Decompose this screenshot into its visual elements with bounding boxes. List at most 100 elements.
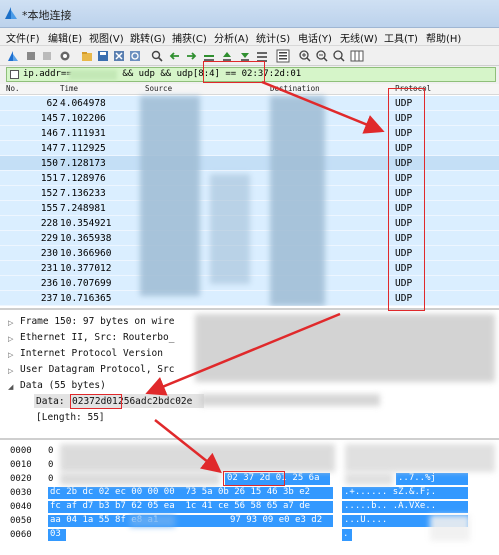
annotation-box-data (70, 394, 122, 409)
menu-wireless[interactable]: 无线(W) (340, 30, 378, 45)
packet-no: 237 (40, 293, 58, 304)
packet-time: 10.366960 (60, 248, 112, 259)
detail-ip[interactable]: Internet Protocol Version (20, 348, 163, 359)
resize-columns-icon[interactable] (350, 49, 364, 63)
stop-icon[interactable] (24, 49, 38, 63)
menu-capture[interactable]: 捕获(C) (172, 30, 207, 45)
detail-length[interactable]: [Length: 55] (36, 412, 105, 423)
shark-fin-start-icon[interactable] (6, 49, 20, 63)
hex-offset: 0060 (10, 530, 32, 540)
ascii-row-6[interactable]: . (342, 529, 352, 541)
packet-no: 236 (40, 278, 58, 289)
save-icon[interactable] (96, 49, 110, 63)
annotation-box-protocol (388, 88, 425, 311)
detail-ethernet[interactable]: Ethernet II, Src: Routerbo_ (20, 332, 174, 343)
wireshark-fin-icon (5, 7, 17, 19)
packet-no: 62 (46, 98, 58, 109)
redacted-destination (270, 96, 325, 306)
menu-telephony[interactable]: 电话(Y) (298, 30, 332, 45)
detail-frame[interactable]: Frame 150: 97 bytes on wire (20, 316, 174, 327)
hex-row-5[interactable]: aa 04 1a 55 8f e8 a1 97 93 09 e0 e3 d2 (48, 515, 333, 527)
bookmark-icon[interactable] (10, 70, 19, 79)
menu-analyze[interactable]: 分析(A) (214, 30, 249, 45)
packet-no: 145 (40, 113, 58, 124)
col-source[interactable]: Source (145, 84, 172, 93)
ascii-row-2[interactable]: ..7..%j (396, 473, 468, 485)
packet-no: 229 (40, 233, 58, 244)
ascii-row-3[interactable]: .+...... sZ.&.F;. (342, 487, 468, 499)
hex-row-0[interactable]: 0 (48, 446, 53, 456)
redacted-hex-row5 (130, 515, 175, 527)
menu-file[interactable]: 文件(F) (6, 30, 40, 45)
colorize-icon[interactable] (276, 49, 290, 63)
redacted-details (195, 314, 495, 382)
menu-tools[interactable]: 工具(T) (384, 30, 418, 45)
hex-row-2-rest: 25 6a (287, 473, 320, 483)
filter-prefix: ip.addr== (23, 69, 72, 79)
ascii-row-4[interactable]: .....b.. .A.VXe.. (342, 501, 468, 513)
packet-time: 10.377012 (60, 263, 112, 274)
zoom-in-icon[interactable] (298, 49, 312, 63)
options-icon[interactable] (58, 49, 72, 63)
col-destination[interactable]: Destination (270, 84, 320, 93)
close-file-icon[interactable] (112, 49, 126, 63)
normal-size-icon[interactable] (332, 49, 346, 63)
watermark (430, 515, 470, 541)
restart-icon[interactable] (40, 49, 54, 63)
expand-frame-icon[interactable]: ▷ (8, 319, 13, 327)
col-no[interactable]: No. (6, 84, 20, 93)
menu-go[interactable]: 跳转(G) (130, 30, 166, 45)
menu-statistics[interactable]: 统计(S) (256, 30, 290, 45)
menu-view[interactable]: 视图(V) (89, 30, 124, 45)
hex-offset: 0010 (10, 460, 32, 470)
packet-no: 230 (40, 248, 58, 259)
packet-time: 10.365938 (60, 233, 112, 244)
find-icon[interactable] (150, 49, 164, 63)
data-value-label: Data: (36, 396, 71, 407)
redacted-source (140, 96, 200, 296)
back-icon[interactable] (168, 49, 182, 63)
menu-help[interactable]: 帮助(H) (426, 30, 461, 45)
packet-time: 7.248981 (60, 203, 106, 214)
packet-no: 151 (40, 173, 58, 184)
packet-time: 10.716365 (60, 293, 112, 304)
collapse-data-icon[interactable]: ◢ (8, 383, 13, 391)
redacted-ascii-row2 (345, 473, 393, 485)
menu-edit[interactable]: 编辑(E) (48, 30, 82, 45)
packet-time: 4.064978 (60, 98, 106, 109)
redacted-source-2 (210, 174, 250, 284)
redacted-hex-top (60, 444, 335, 472)
open-file-icon[interactable] (80, 49, 94, 63)
expand-ip-icon[interactable]: ▷ (8, 351, 13, 359)
hex-offset: 0020 (10, 474, 32, 484)
hex-row-3[interactable]: dc 2b dc 02 ec 00 00 00 73 5a 0b 26 15 4… (48, 487, 333, 499)
packet-no: 155 (40, 203, 58, 214)
packet-no: 152 (40, 188, 58, 199)
title-bar: *本地连接 (0, 0, 499, 28)
redacted-address (69, 70, 117, 80)
hex-offset: 0030 (10, 488, 32, 498)
forward-icon[interactable] (184, 49, 198, 63)
ascii-row-5-text: ...U.... (344, 515, 388, 525)
hex-offset: 0050 (10, 516, 32, 526)
reload-icon[interactable] (128, 49, 142, 63)
packet-no: 231 (40, 263, 58, 274)
packet-time: 7.136233 (60, 188, 106, 199)
detail-data[interactable]: Data (55 bytes) (20, 380, 106, 391)
expand-ethernet-icon[interactable]: ▷ (8, 335, 13, 343)
col-time[interactable]: Time (60, 84, 78, 93)
hex-row-3-text: dc 2b dc 02 ec 00 00 00 73 5a 0b 26 15 4… (50, 487, 311, 497)
hex-offset: 0000 (10, 446, 32, 456)
packet-no: 147 (40, 143, 58, 154)
expand-udp-icon[interactable]: ▷ (8, 367, 13, 375)
hex-row-2-start[interactable]: 0 (48, 474, 53, 484)
hex-row-4[interactable]: fc af d7 b3 b7 62 05 ea 1c 41 ce 56 58 6… (48, 501, 333, 513)
hex-row-1[interactable]: 0 (48, 460, 53, 470)
hex-offset: 0040 (10, 502, 32, 512)
ascii-row-2-text: ..7..%j (398, 473, 436, 483)
zoom-out-icon[interactable] (315, 49, 329, 63)
hex-row-6[interactable]: 03 (48, 529, 66, 541)
ascii-row-6-text: . (343, 529, 349, 539)
hex-row-6-text: 03 (50, 529, 61, 539)
detail-udp[interactable]: User Datagram Protocol, Src (20, 364, 174, 375)
